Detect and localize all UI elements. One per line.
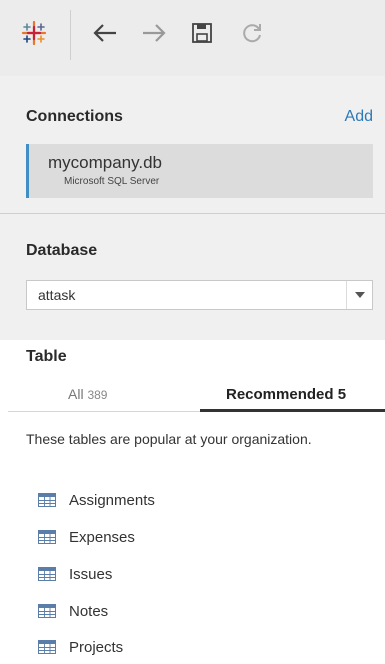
database-section: Database attask [0,214,385,340]
table-icon [38,493,56,507]
list-item-label: Expenses [69,528,135,546]
toolbar-separator [70,10,71,60]
database-select[interactable]: attask [26,280,373,310]
list-item[interactable]: Assignments [38,490,155,510]
list-item-label: Projects [69,638,124,656]
refresh-button[interactable] [238,19,266,47]
list-item[interactable]: Expenses [38,527,135,547]
list-item[interactable]: Notes [38,601,108,621]
database-heading: Database [26,242,98,259]
active-tab-indicator [200,409,385,412]
tab-all-label: All [68,386,84,402]
tab-recommended[interactable]: Recommended 5 [226,386,346,403]
list-item[interactable]: Issues [38,564,112,584]
arrow-left-icon [93,24,116,42]
connection-name: mycompany.db [48,153,163,172]
save-icon [192,23,212,43]
connection-item[interactable]: mycompany.db Microsoft SQL Server [26,144,373,198]
table-icon [38,640,56,654]
database-selected-value: attask [38,287,76,303]
tab-recommended-label: Recommended [226,386,334,403]
tab-all-count: 389 [87,388,108,402]
recommendation-hint: These tables are popular at your organiz… [26,431,312,447]
table-section: Table All 389 Recommended 5 These tables… [0,340,385,664]
table-icon [38,530,56,544]
table-heading: Table [26,348,67,365]
back-button[interactable] [91,19,119,47]
tab-recommended-count: 5 [337,386,347,403]
save-button[interactable] [188,19,216,47]
forward-button[interactable] [140,19,168,47]
refresh-icon [243,24,261,43]
dropdown-arrow-icon[interactable] [346,281,372,309]
arrow-right-icon [143,24,166,42]
list-item-label: Notes [69,602,109,620]
list-item-label: Issues [69,565,113,583]
add-connection-link[interactable]: Add [345,108,373,126]
list-item-label: Assignments [69,491,155,509]
connections-section: Connections Add mycompany.db Microsoft S… [0,76,385,213]
tab-all[interactable]: All 389 [68,386,107,402]
table-icon [38,604,56,618]
toolbar [0,0,385,76]
connections-heading: Connections [26,108,123,125]
list-item[interactable]: Projects [38,637,123,657]
table-icon [38,567,56,581]
tableau-logo-icon [20,19,48,47]
connection-type: Microsoft SQL Server [64,176,160,187]
